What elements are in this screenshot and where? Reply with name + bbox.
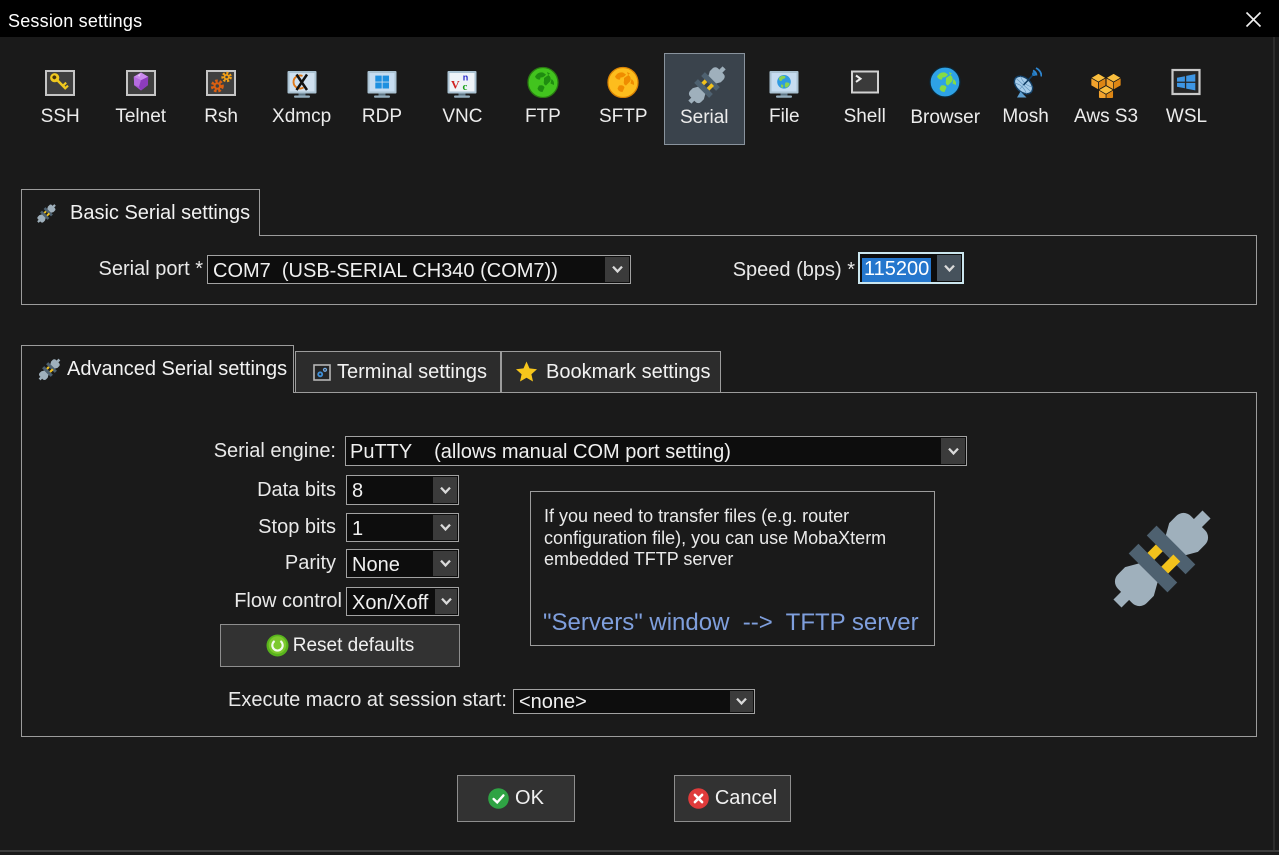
svg-text:n: n <box>463 73 469 83</box>
svg-text:c: c <box>463 81 468 93</box>
svg-text:V: V <box>451 78 460 92</box>
